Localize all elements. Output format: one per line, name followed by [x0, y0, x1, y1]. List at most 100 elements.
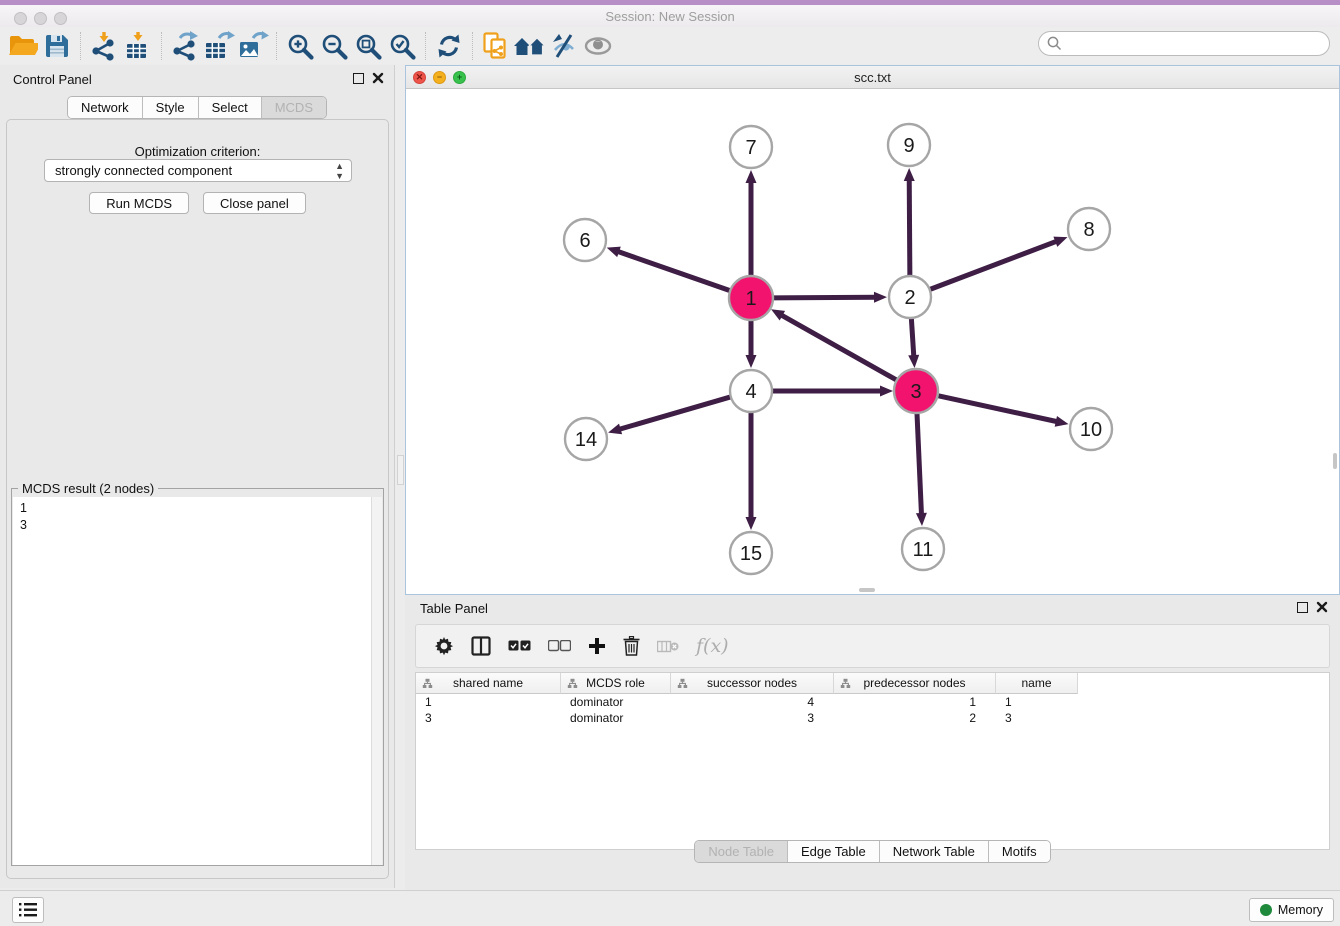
table-tab-node-table[interactable]: Node Table	[695, 841, 788, 862]
graph-edge-3-10[interactable]	[936, 395, 1069, 426]
zoom-selected-icon[interactable]	[385, 30, 419, 62]
graph-node-6[interactable]: 6	[564, 219, 606, 261]
graph-edge-3-11[interactable]	[916, 411, 927, 526]
select-all-icon[interactable]	[508, 640, 531, 652]
table-cell: 2	[834, 710, 996, 726]
graph-node-7[interactable]: 7	[730, 126, 772, 168]
save-session-icon[interactable]	[40, 30, 74, 62]
toolbar-separator	[276, 32, 277, 60]
memory-label: Memory	[1278, 903, 1323, 917]
graph-edge-4-3[interactable]	[771, 386, 893, 397]
toolbar-separator	[472, 32, 473, 60]
import-network-icon[interactable]	[87, 30, 121, 62]
table-cell: 3	[671, 710, 834, 726]
graph-edge-1-2[interactable]	[771, 292, 887, 303]
table-row[interactable]: 1dominator411	[416, 694, 1329, 710]
control-tab-select[interactable]: Select	[199, 97, 262, 118]
control-panel-title: Control Panel	[13, 72, 92, 87]
mcds-result-line: 1	[20, 500, 372, 517]
toolbar-separator	[425, 32, 426, 60]
graph-node-10[interactable]: 10	[1070, 408, 1112, 450]
control-tab-mcds[interactable]: MCDS	[262, 97, 326, 118]
export-network-icon[interactable]	[168, 30, 202, 62]
column-header-predecessor-nodes[interactable]: predecessor nodes	[834, 673, 996, 694]
show-all-icon[interactable]	[581, 30, 615, 62]
zoom-in-icon[interactable]	[283, 30, 317, 62]
memory-button[interactable]: Memory	[1249, 898, 1334, 922]
criterion-selected-value: strongly connected component	[55, 163, 232, 178]
panel-splitter[interactable]	[397, 455, 404, 485]
criterion-dropdown[interactable]: strongly connected component ▲▼	[44, 159, 352, 182]
column-header-label: shared name	[453, 676, 523, 690]
graph-node-1[interactable]: 1	[729, 276, 773, 320]
close-panel-button[interactable]: Close panel	[203, 192, 306, 214]
search-input-field[interactable]	[1067, 36, 1329, 51]
graph-edge-3-1[interactable]	[771, 309, 899, 381]
network-vscrollbar[interactable]	[1333, 453, 1337, 469]
table-cell: 1	[416, 694, 561, 710]
close-table-panel-icon[interactable]	[1316, 601, 1328, 613]
graph-edge-4-15[interactable]	[746, 411, 757, 530]
graph-edge-2-8[interactable]	[929, 237, 1068, 290]
graph-node-14[interactable]: 14	[565, 418, 607, 460]
graph-edge-1-7[interactable]	[746, 170, 757, 278]
graph-node-8[interactable]: 8	[1068, 208, 1110, 250]
graph-node-9[interactable]: 9	[888, 124, 930, 166]
graph-node-2[interactable]: 2	[889, 276, 931, 318]
network-canvas[interactable]: 7 9 6 8 1 2 4 3 14 10 15 11	[406, 89, 1339, 594]
column-header-shared-name[interactable]: shared name	[416, 673, 561, 694]
control-tab-network[interactable]: Network	[68, 97, 143, 118]
table-tab-network-table[interactable]: Network Table	[880, 841, 989, 862]
table-settings-gear-icon[interactable]	[434, 636, 454, 656]
import-table-icon[interactable]	[121, 30, 155, 62]
table-cell: 1	[996, 694, 1078, 710]
show-columns-icon[interactable]	[471, 636, 491, 656]
fit-content-icon[interactable]	[351, 30, 385, 62]
table-row[interactable]: 3dominator323	[416, 710, 1329, 726]
export-image-icon[interactable]	[236, 30, 270, 62]
table-tab-edge-table[interactable]: Edge Table	[788, 841, 880, 862]
mcds-result-scrollbar[interactable]	[371, 497, 382, 865]
graph-node-4[interactable]: 4	[730, 370, 772, 412]
column-header-MCDS-role[interactable]: MCDS role	[561, 673, 671, 694]
control-tab-style[interactable]: Style	[143, 97, 199, 118]
run-mcds-button[interactable]: Run MCDS	[89, 192, 189, 214]
graph-node-15[interactable]: 15	[730, 532, 772, 574]
mcds-result-list[interactable]: 13	[13, 497, 372, 865]
column-header-name[interactable]: name	[996, 673, 1078, 694]
close-panel-icon[interactable]	[372, 72, 384, 84]
column-header-successor-nodes[interactable]: successor nodes	[671, 673, 834, 694]
table-cell: dominator	[561, 710, 671, 726]
float-panel-icon[interactable]	[353, 73, 364, 84]
export-table-icon[interactable]	[202, 30, 236, 62]
graph-edge-1-4[interactable]	[746, 318, 757, 368]
first-neighbors-icon[interactable]	[513, 30, 547, 62]
zoom-out-icon[interactable]	[317, 30, 351, 62]
float-table-panel-icon[interactable]	[1297, 602, 1308, 613]
new-network-from-selection-icon[interactable]	[479, 30, 513, 62]
graph-node-3[interactable]: 3	[894, 369, 938, 413]
column-header-label: MCDS role	[586, 676, 645, 690]
open-session-icon[interactable]	[6, 30, 40, 62]
refresh-icon[interactable]	[432, 30, 466, 62]
column-type-icon	[422, 678, 433, 689]
graph-edge-2-9[interactable]	[904, 168, 915, 277]
search-input[interactable]	[1038, 31, 1330, 56]
create-column-plus-icon[interactable]	[588, 637, 606, 655]
network-window-title: scc.txt	[406, 70, 1339, 85]
graph-node-11[interactable]: 11	[902, 528, 944, 570]
deselect-all-icon[interactable]	[548, 640, 571, 652]
network-hscrollbar[interactable]	[859, 588, 875, 592]
graph-node-label: 8	[1083, 219, 1094, 241]
graph-edge-1-6[interactable]	[607, 247, 732, 292]
graph-edge-2-3[interactable]	[908, 317, 919, 368]
node-table[interactable]: shared name MCDS role successor nodes prede…	[415, 672, 1330, 850]
hide-selected-icon[interactable]	[547, 30, 581, 62]
delete-trash-icon[interactable]	[623, 636, 640, 656]
graph-edge-4-14[interactable]	[608, 397, 732, 435]
table-body: 1dominator4113dominator323	[416, 694, 1329, 726]
task-history-button[interactable]	[12, 897, 44, 923]
graph-node-label: 15	[740, 543, 762, 565]
table-tab-motifs[interactable]: Motifs	[989, 841, 1050, 862]
column-header-label: successor nodes	[707, 676, 797, 690]
